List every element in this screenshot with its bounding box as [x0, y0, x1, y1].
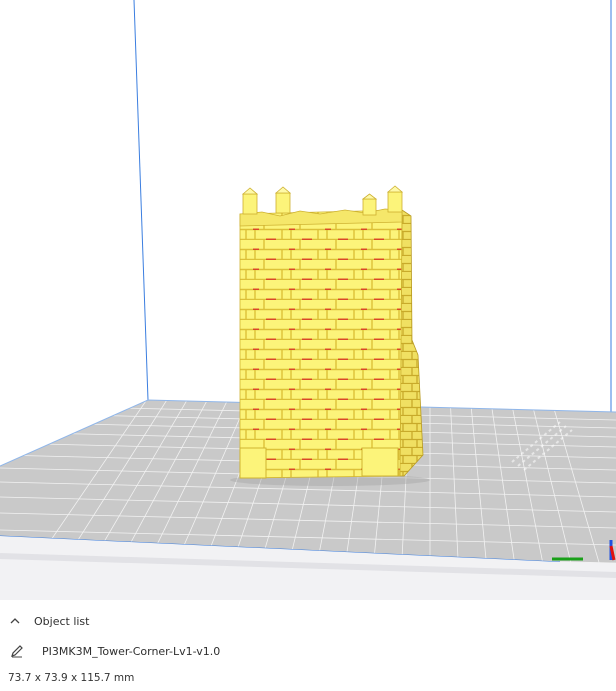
scene-svg[interactable] — [0, 0, 616, 600]
object-name-row[interactable]: PI3MK3M_Tower-Corner-Lv1-v1.0 — [10, 642, 220, 660]
object-list-toggle[interactable]: Object list — [8, 613, 89, 629]
tower-model[interactable] — [230, 185, 430, 486]
object-list-label[interactable]: Object list — [34, 615, 89, 628]
object-name[interactable]: PI3MK3M_Tower-Corner-Lv1-v1.0 — [42, 645, 220, 658]
object-dimensions: 73.7 x 73.9 x 115.7 mm — [8, 672, 135, 684]
chevron-up-icon[interactable] — [8, 614, 22, 628]
3d-viewport[interactable] — [0, 0, 616, 600]
object-panel: Object list PI3MK3M_Tower-Corner-Lv1-v1.… — [0, 600, 616, 691]
pencil-icon[interactable] — [10, 644, 24, 658]
